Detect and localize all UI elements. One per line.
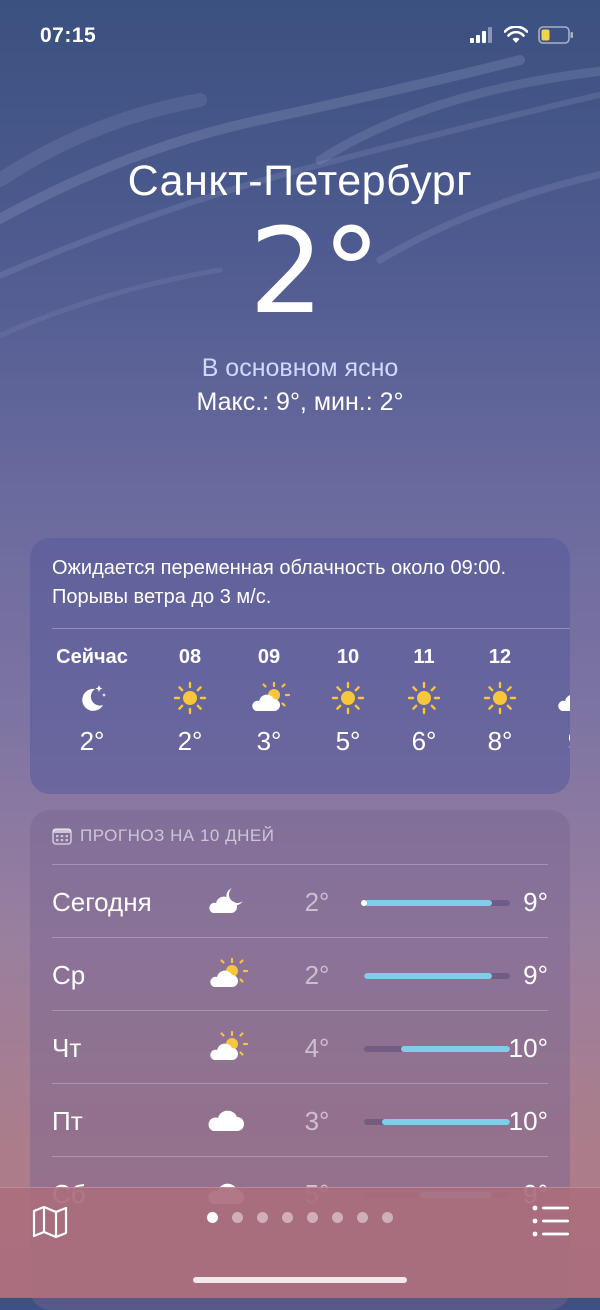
high-temperature: 9°: [523, 960, 548, 990]
day-name: Сегодня: [52, 887, 152, 917]
daily-row[interactable]: Ср 2° 9°: [52, 937, 548, 1011]
hour-label: 09: [257, 646, 281, 668]
day-name: Ср: [52, 960, 86, 990]
daily-forecast-header: ПРОГНОЗ НА 10 ДНЕЙ: [52, 826, 274, 846]
moon-stars-icon: [47, 672, 137, 724]
day-name: Чт: [52, 1033, 82, 1063]
hour-temperature: 2°: [177, 726, 203, 756]
page-dot[interactable]: [207, 1212, 218, 1223]
low-temperature: 4°: [304, 1033, 330, 1063]
temperature-range-fill: [364, 900, 492, 906]
bottom-toolbar: [0, 1187, 600, 1298]
hourly-scroll[interactable]: Сейчас 2° 08 2° 09 3° 10 5° 11 6° 12 8°: [30, 646, 570, 786]
page-dot[interactable]: [232, 1212, 243, 1223]
page-indicator[interactable]: [0, 1212, 600, 1223]
cloud-icon: [202, 1098, 252, 1142]
hour-item: Сейчас 2°: [47, 646, 137, 757]
page-dot[interactable]: [257, 1212, 268, 1223]
status-time: 07:15: [40, 24, 97, 47]
moon-cloud-icon: [202, 879, 252, 923]
temperature-range-bar: [364, 973, 510, 979]
wifi-icon: [504, 26, 528, 43]
page-dot[interactable]: [357, 1212, 368, 1223]
page-dot[interactable]: [282, 1212, 293, 1223]
low-temperature: 3°: [304, 1106, 330, 1136]
cellular-signal-icon: [470, 27, 492, 43]
forecast-summary: Ожидается переменная облачность около 09…: [52, 557, 507, 608]
hour-item: 08 2°: [145, 646, 235, 757]
calendar-icon: [52, 828, 72, 845]
current-temperature-marker: [361, 900, 367, 906]
hour-temperature: 9: [530, 726, 570, 757]
daily-row[interactable]: Сегодня 2° 9°: [52, 864, 548, 938]
hour-temperature: 2°: [79, 726, 105, 756]
high-temperature: 9°: [523, 887, 548, 917]
status-icons: [470, 26, 574, 44]
high-temperature: 10°: [508, 1033, 548, 1063]
temperature-range-bar: [364, 1119, 510, 1125]
list-icon[interactable]: [532, 1204, 570, 1238]
current-temperature: 2°: [248, 202, 381, 340]
sun-cloud-icon: [224, 672, 314, 724]
daily-row[interactable]: Чт 4° 10°: [52, 1010, 548, 1084]
daily-forecast-title: ПРОГНОЗ НА 10 ДНЕЙ: [80, 826, 275, 845]
temperature-range-fill: [382, 1119, 510, 1125]
sun-cloud-icon: [202, 1025, 252, 1069]
temperature-range-bar: [364, 1046, 510, 1052]
hour-temperature: 3°: [256, 726, 282, 756]
temperature-range-fill: [364, 973, 492, 979]
page-dot[interactable]: [307, 1212, 318, 1223]
low-temperature: 2°: [304, 887, 330, 917]
hour-label: 08: [178, 646, 202, 668]
page-dot[interactable]: [382, 1212, 393, 1223]
low-temperature: 2°: [304, 960, 330, 990]
hour-item: 09 3°: [224, 646, 314, 757]
hour-item: 1 9: [530, 646, 570, 757]
high-temperature: 10°: [508, 1106, 548, 1136]
daily-row[interactable]: Пт 3° 10°: [52, 1083, 548, 1157]
temperature-range-bar: [364, 900, 510, 906]
city-name: Санкт-Петербург: [127, 157, 473, 205]
sun-cloud-icon: [530, 672, 570, 724]
battery-icon: [538, 26, 573, 44]
day-name: Пт: [52, 1106, 83, 1136]
sun-cloud-icon: [202, 952, 252, 996]
divider: [52, 628, 570, 629]
hour-label: Сейчас: [56, 646, 128, 668]
hourly-forecast-card[interactable]: Ожидается переменная облачность около 09…: [30, 538, 570, 794]
page-dot[interactable]: [332, 1212, 343, 1223]
temperature-range-fill: [400, 1046, 510, 1052]
home-indicator: [193, 1277, 407, 1283]
weather-condition: В основном ясно: [201, 354, 399, 382]
sun-icon: [145, 672, 235, 724]
hour-label: 1: [530, 646, 570, 672]
high-low-temperature: Макс.: 9°, мин.: 2°: [196, 388, 404, 416]
